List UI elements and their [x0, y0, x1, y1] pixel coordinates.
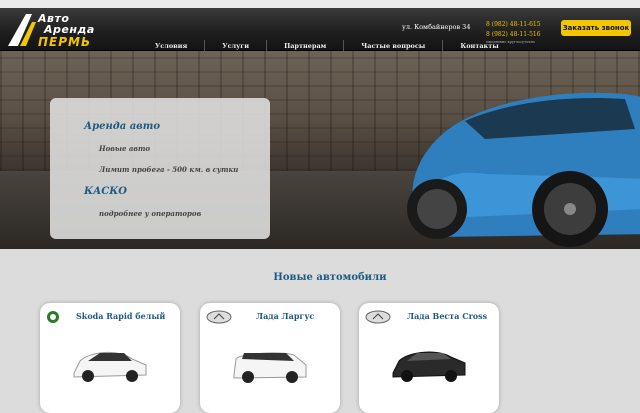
phone-2[interactable]: 8 (982) 48-11-516	[486, 30, 541, 40]
logo-line-3: ПЕРМЬ	[38, 35, 92, 49]
top-strip	[0, 0, 640, 8]
hero-car-image	[407, 92, 640, 247]
car-card[interactable]: Лада Ларгус	[200, 303, 340, 413]
car-card-name[interactable]: Лада Ларгус	[256, 311, 314, 321]
hero-line-new-cars: Новые авто	[99, 144, 151, 153]
hero-title-kasko: КАСКО	[84, 186, 128, 197]
car-image	[392, 351, 466, 382]
car-card-name[interactable]: Лада Веста Cross	[407, 311, 487, 321]
skoda-logo-icon	[47, 311, 59, 323]
hero-info-panel: Аренда авто Новые авто Лимит пробега - 5…	[50, 98, 270, 239]
callback-button[interactable]: Заказать звонок	[561, 20, 631, 36]
car-card[interactable]: Skoda Rapid белый	[40, 303, 180, 413]
hero-title-rent: Аренда авто	[84, 121, 161, 132]
phone-1[interactable]: 8 (982) 48-11-615	[486, 20, 541, 30]
site-logo[interactable]: Авто Аренда ПЕРМЬ	[6, 12, 98, 52]
address: ул. Комбайнеров 34	[402, 23, 471, 31]
hero-line-mileage: Лимит пробега - 500 км. в сутки	[99, 165, 239, 174]
section-title-new-cars: Новые автомобили	[273, 272, 387, 283]
car-card[interactable]: Лада Веста Cross	[359, 303, 499, 413]
car-card-name[interactable]: Skoda Rapid белый	[76, 311, 165, 321]
car-image	[233, 352, 307, 383]
lada-logo-icon	[365, 310, 391, 324]
hero-line-details: подробнее у операторов	[99, 209, 202, 218]
lada-logo-icon	[206, 310, 232, 324]
car-image	[73, 352, 147, 382]
